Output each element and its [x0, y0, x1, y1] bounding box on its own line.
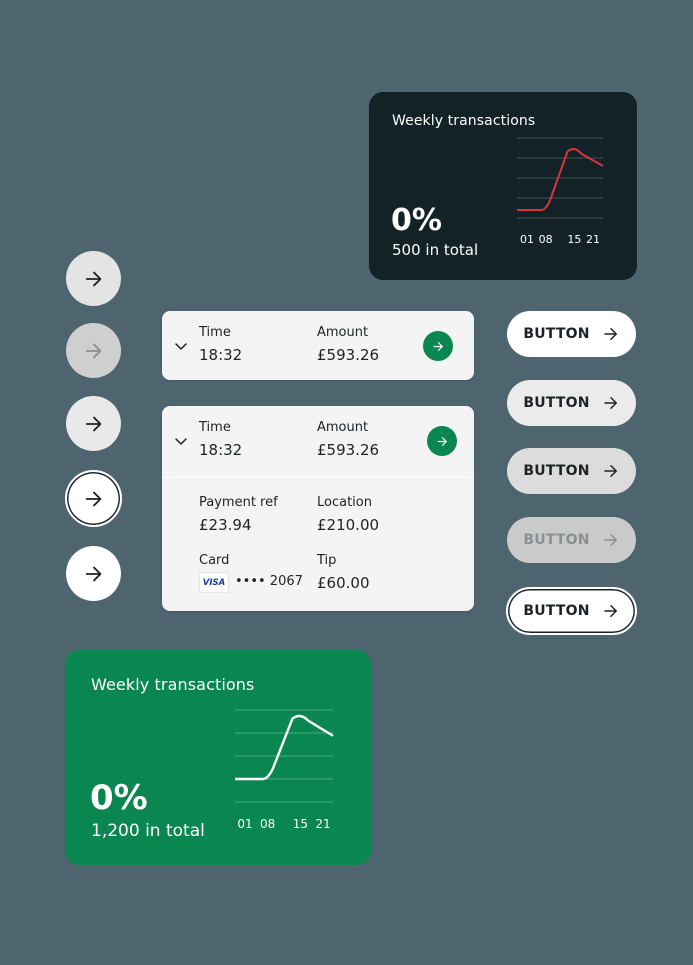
arrow-right-icon [603, 605, 617, 617]
transaction-row-collapsed[interactable]: Time 18:32 Amount £593.26 [162, 311, 474, 380]
chevron-down-icon[interactable] [173, 338, 189, 354]
x-tick-label: 15 [293, 817, 308, 831]
button-pressed[interactable]: BUTTON [507, 448, 636, 494]
x-tick-label: 15 [567, 233, 581, 246]
divider [162, 477, 474, 478]
x-tick-label: 21 [315, 817, 330, 831]
button-label: BUTTON [523, 326, 590, 342]
time-label: Time [199, 420, 231, 435]
arrow-right-icon [437, 436, 447, 446]
arrow-button-focused[interactable] [65, 470, 122, 527]
arrow-button-disabled[interactable] [66, 323, 121, 378]
payment-ref-label: Payment ref [199, 495, 278, 510]
arrow-right-icon [603, 328, 617, 340]
amount-value: £593.26 [317, 441, 380, 459]
visa-logo: VISA [199, 572, 229, 593]
amount-label: Amount [317, 420, 369, 435]
button-focused[interactable]: BUTTON [506, 587, 637, 635]
payment-ref-value: £23.94 [199, 516, 252, 534]
button-label: BUTTON [523, 603, 590, 619]
button-label: BUTTON [523, 395, 590, 411]
card-label: Card [199, 553, 230, 568]
arrow-button-default[interactable] [66, 251, 121, 306]
open-transaction-button[interactable] [427, 426, 457, 456]
x-tick-label: 08 [260, 817, 275, 831]
card-title: Weekly transactions [91, 675, 255, 694]
arrow-button-hover[interactable] [66, 396, 121, 451]
weekly-transactions-card-green: Weekly transactions 0% 1,200 in total 01… [65, 650, 371, 865]
time-value: 18:32 [199, 346, 243, 364]
arrow-right-icon [433, 341, 443, 351]
arrow-right-icon [603, 534, 617, 546]
tip-value: £60.00 [317, 574, 370, 592]
button-label: BUTTON [523, 532, 590, 548]
total-count: 1,200 in total [91, 821, 205, 841]
transaction-row-expanded[interactable]: Time 18:32 Amount £593.26 Payment ref £2… [162, 406, 474, 611]
arrow-right-icon [603, 397, 617, 409]
amount-label: Amount [317, 325, 369, 340]
percent-value: 0% [391, 203, 442, 238]
card-number: •••• 2067 [235, 574, 303, 589]
percent-value: 0% [90, 778, 148, 818]
total-count: 500 in total [392, 241, 479, 259]
tip-label: Tip [317, 553, 337, 568]
weekly-line-chart: 01 08 15 21 [235, 709, 334, 831]
series-line [235, 714, 334, 781]
button-label: BUTTON [523, 463, 590, 479]
arrow-button-white[interactable] [66, 546, 121, 601]
location-value: £210.00 [317, 516, 380, 534]
x-tick-label: 08 [539, 233, 553, 246]
time-value: 18:32 [199, 441, 243, 459]
open-transaction-button[interactable] [423, 331, 453, 361]
button-disabled[interactable]: BUTTON [507, 517, 636, 563]
weekly-line-chart: 01 08 15 21 [517, 137, 604, 246]
weekly-transactions-card-dark: Weekly transactions 0% 500 in total 01 08… [369, 92, 637, 280]
time-label: Time [199, 325, 231, 340]
card-title: Weekly transactions [392, 113, 536, 129]
location-label: Location [317, 495, 372, 510]
arrow-right-icon [85, 491, 101, 506]
button-default[interactable]: BUTTON [507, 311, 636, 357]
arrow-right-icon [603, 465, 617, 477]
x-tick-label: 21 [586, 233, 600, 246]
chevron-down-icon[interactable] [173, 433, 189, 449]
arrow-right-icon [85, 416, 101, 431]
amount-value: £593.26 [317, 346, 380, 364]
arrow-right-icon [85, 566, 101, 581]
button-hover[interactable]: BUTTON [507, 380, 636, 426]
arrow-right-icon [85, 271, 101, 286]
arrow-right-icon [85, 343, 101, 358]
x-tick-label: 01 [237, 817, 252, 831]
x-tick-label: 01 [520, 233, 534, 246]
